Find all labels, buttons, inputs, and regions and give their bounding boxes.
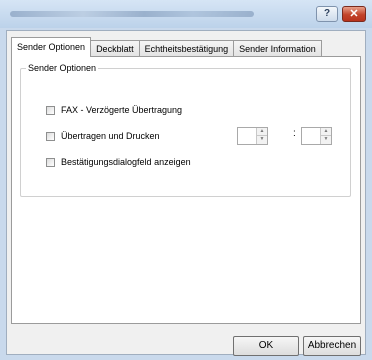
option-label: FAX - Verzögerte Übertragung	[61, 105, 183, 115]
help-button[interactable]: ?	[316, 6, 338, 22]
checkbox[interactable]	[46, 105, 55, 115]
option-transmit-and-print[interactable]: Übertragen und Drucken	[46, 131, 160, 141]
option-label: Übertragen und Drucken	[61, 131, 160, 141]
option-show-confirmation-dialog[interactable]: Bestätigungsdialogfeld anzeigen	[46, 157, 191, 167]
hour-spinner-arrows[interactable]: ▲ ▼	[256, 128, 267, 144]
title-bar[interactable]: ? ✕	[0, 0, 372, 28]
spin-up-icon[interactable]: ▲	[321, 128, 331, 136]
minute-spinner-arrows[interactable]: ▲ ▼	[320, 128, 331, 144]
hour-spinner[interactable]: ▲ ▼	[237, 127, 268, 145]
close-button[interactable]: ✕	[342, 6, 366, 22]
window-title-blurred	[10, 11, 254, 17]
tab-sender-optionen[interactable]: Sender Optionen	[11, 37, 92, 57]
minute-spinner[interactable]: ▲ ▼	[301, 127, 332, 145]
dialog-body: Sender Optionen Deckblatt Echtheitsbestä…	[6, 30, 366, 356]
tab-page: Sender Optionen FAX - Verzögerte Übertra…	[11, 56, 361, 324]
sender-options-group: Sender Optionen FAX - Verzögerte Übertra…	[20, 63, 351, 197]
tab-echtheitsbestaetigung[interactable]: Echtheitsbestätigung	[138, 40, 235, 56]
option-fax-delayed[interactable]: FAX - Verzögerte Übertragung	[46, 105, 182, 115]
tab-deckblatt[interactable]: Deckblatt	[90, 40, 140, 56]
tab-strip: Sender Optionen Deckblatt Echtheitsbestä…	[11, 37, 322, 57]
option-label: Bestätigungsdialogfeld anzeigen	[61, 157, 191, 167]
cancel-button[interactable]: Abbrechen	[303, 336, 361, 356]
dialog-window: ? ✕ Sender Optionen Deckblatt Echtheitsb…	[0, 0, 372, 360]
tab-sender-information[interactable]: Sender Information	[233, 40, 322, 56]
spin-down-icon[interactable]: ▼	[321, 136, 331, 143]
checkbox[interactable]	[46, 131, 55, 141]
spin-up-icon[interactable]: ▲	[257, 128, 267, 136]
spin-down-icon[interactable]: ▼	[257, 136, 267, 143]
ok-button[interactable]: OK	[233, 336, 299, 356]
checkbox[interactable]	[46, 157, 55, 167]
time-separator: :	[293, 128, 296, 139]
group-title: Sender Optionen	[26, 63, 99, 73]
